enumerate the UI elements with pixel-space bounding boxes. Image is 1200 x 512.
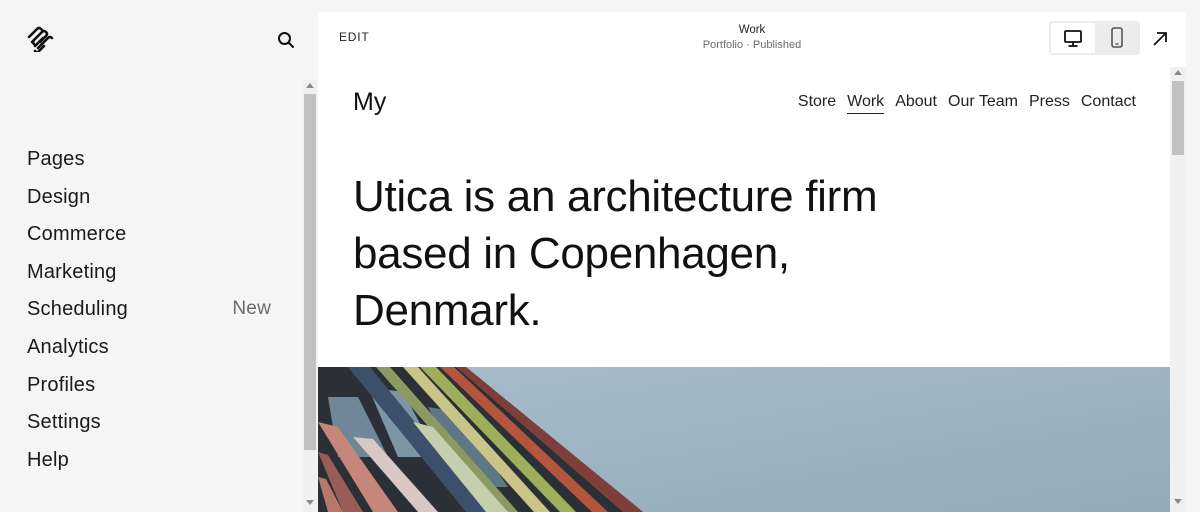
site-nav-store[interactable]: Store [798,93,836,114]
sidebar-item-label: Help [27,448,69,471]
device-view-toggle [1049,21,1140,55]
scroll-down-arrow-icon[interactable] [1174,499,1182,504]
scroll-down-arrow-icon[interactable] [306,500,314,505]
sidebar-item-settings[interactable]: Settings [27,409,272,447]
sidebar-item-scheduling[interactable]: Scheduling New [27,296,272,334]
sidebar-nav: Pages Design Commerce Marketing Scheduli… [27,146,272,484]
mobile-view-button[interactable] [1095,23,1139,53]
sidebar-item-label: Design [27,185,91,208]
preview-toolbar: EDIT Work Portfolio · Published [318,12,1186,67]
sidebar-item-pages[interactable]: Pages [27,146,272,184]
new-badge: New [232,298,271,320]
sidebar-item-label: Marketing [27,260,117,283]
hero-line: Denmark. [353,286,542,335]
search-icon[interactable] [276,30,296,50]
hero-heading: Utica is an architecture firm based in C… [353,168,973,339]
sidebar-item-design[interactable]: Design [27,184,272,222]
scroll-up-arrow-icon[interactable] [1174,70,1182,75]
squarespace-logo-icon[interactable] [26,26,54,52]
sidebar-item-profiles[interactable]: Profiles [27,372,272,410]
hero-line: Utica is an architecture firm [353,172,878,221]
sidebar-item-label: Scheduling [27,298,128,321]
sidebar: Pages Design Commerce Marketing Scheduli… [0,0,303,512]
scrollbar-thumb[interactable] [304,94,316,450]
sidebar-item-help[interactable]: Help [27,447,272,485]
preview-scrollbar[interactable] [1170,67,1186,512]
site-nav-press[interactable]: Press [1029,93,1070,114]
sidebar-item-marketing[interactable]: Marketing [27,259,272,297]
building-facade-photo [318,367,1170,512]
sidebar-item-analytics[interactable]: Analytics [27,334,272,372]
hero-image [318,367,1170,512]
desktop-view-button[interactable] [1051,23,1095,53]
sidebar-item-label: Settings [27,411,101,434]
sidebar-item-label: Analytics [27,335,109,358]
scroll-up-arrow-icon[interactable] [306,83,314,88]
site-nav-our-team[interactable]: Our Team [948,93,1018,114]
arrow-up-right-icon[interactable] [1150,29,1170,49]
site-nav-contact[interactable]: Contact [1081,93,1136,114]
site-nav: Store Work About Our Team Press Contact [798,93,1136,114]
sidebar-scrollbar[interactable] [303,80,317,512]
hero-line: based in Copenhagen, [353,229,790,278]
site-nav-work[interactable]: Work [847,93,885,114]
scrollbar-thumb[interactable] [1172,81,1184,155]
site-preview-frame: EDIT Work Portfolio · Published My Store… [318,12,1186,512]
sidebar-item-commerce[interactable]: Commerce [27,221,272,259]
desktop-icon [1064,30,1082,47]
site-nav-about[interactable]: About [895,93,937,114]
sidebar-item-label: Pages [27,148,85,170]
sidebar-item-label: Commerce [27,223,127,246]
mobile-icon [1111,27,1123,48]
site-logo[interactable]: My [353,88,386,117]
sidebar-item-label: Profiles [27,373,96,396]
